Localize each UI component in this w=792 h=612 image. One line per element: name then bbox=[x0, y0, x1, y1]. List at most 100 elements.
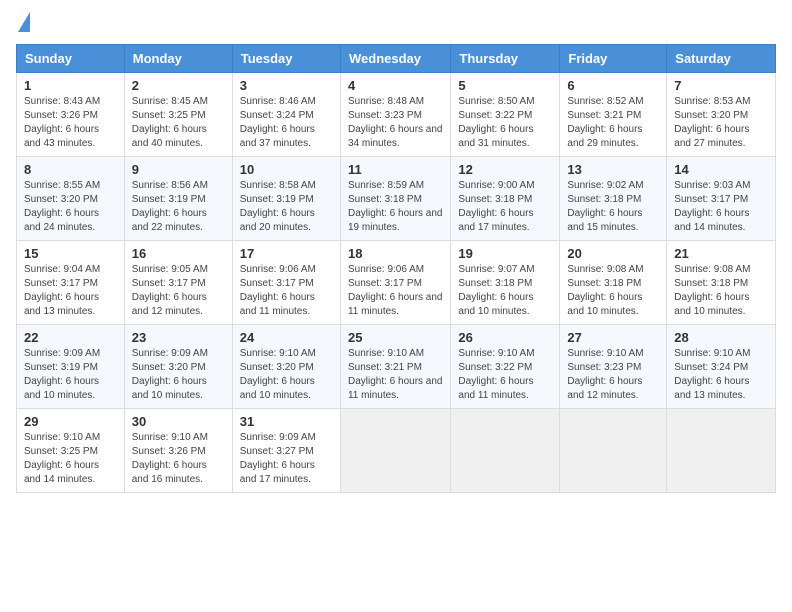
day-number: 25 bbox=[348, 330, 443, 345]
page-header bbox=[16, 16, 776, 32]
calendar-cell: 2 Sunrise: 8:45 AM Sunset: 3:25 PM Dayli… bbox=[124, 73, 232, 157]
calendar-cell: 12 Sunrise: 9:00 AM Sunset: 3:18 PM Dayl… bbox=[451, 157, 560, 241]
calendar-cell: 20 Sunrise: 9:08 AM Sunset: 3:18 PM Dayl… bbox=[560, 241, 667, 325]
day-info: Sunrise: 9:07 AM Sunset: 3:18 PM Dayligh… bbox=[458, 263, 552, 319]
day-info: Sunrise: 8:55 AM Sunset: 3:20 PM Dayligh… bbox=[24, 179, 117, 235]
week-row-3: 15 Sunrise: 9:04 AM Sunset: 3:17 PM Dayl… bbox=[17, 241, 776, 325]
week-row-4: 22 Sunrise: 9:09 AM Sunset: 3:19 PM Dayl… bbox=[17, 325, 776, 409]
calendar-cell bbox=[451, 409, 560, 493]
day-info: Sunrise: 9:06 AM Sunset: 3:17 PM Dayligh… bbox=[240, 263, 333, 319]
calendar-cell: 14 Sunrise: 9:03 AM Sunset: 3:17 PM Dayl… bbox=[667, 157, 776, 241]
week-row-1: 1 Sunrise: 8:43 AM Sunset: 3:26 PM Dayli… bbox=[17, 73, 776, 157]
day-number: 18 bbox=[348, 246, 443, 261]
day-number: 26 bbox=[458, 330, 552, 345]
calendar-cell: 19 Sunrise: 9:07 AM Sunset: 3:18 PM Dayl… bbox=[451, 241, 560, 325]
calendar-cell: 30 Sunrise: 9:10 AM Sunset: 3:26 PM Dayl… bbox=[124, 409, 232, 493]
calendar-cell: 31 Sunrise: 9:09 AM Sunset: 3:27 PM Dayl… bbox=[232, 409, 340, 493]
calendar-cell: 29 Sunrise: 9:10 AM Sunset: 3:25 PM Dayl… bbox=[17, 409, 125, 493]
calendar-cell: 5 Sunrise: 8:50 AM Sunset: 3:22 PM Dayli… bbox=[451, 73, 560, 157]
day-info: Sunrise: 9:00 AM Sunset: 3:18 PM Dayligh… bbox=[458, 179, 552, 235]
day-info: Sunrise: 9:10 AM Sunset: 3:20 PM Dayligh… bbox=[240, 347, 333, 403]
day-info: Sunrise: 9:09 AM Sunset: 3:20 PM Dayligh… bbox=[132, 347, 225, 403]
day-info: Sunrise: 8:46 AM Sunset: 3:24 PM Dayligh… bbox=[240, 95, 333, 151]
day-number: 15 bbox=[24, 246, 117, 261]
day-number: 1 bbox=[24, 78, 117, 93]
day-info: Sunrise: 9:05 AM Sunset: 3:17 PM Dayligh… bbox=[132, 263, 225, 319]
day-number: 22 bbox=[24, 330, 117, 345]
day-info: Sunrise: 9:06 AM Sunset: 3:17 PM Dayligh… bbox=[348, 263, 443, 319]
day-info: Sunrise: 8:59 AM Sunset: 3:18 PM Dayligh… bbox=[348, 179, 443, 235]
calendar-cell: 3 Sunrise: 8:46 AM Sunset: 3:24 PM Dayli… bbox=[232, 73, 340, 157]
day-number: 5 bbox=[458, 78, 552, 93]
day-info: Sunrise: 9:10 AM Sunset: 3:21 PM Dayligh… bbox=[348, 347, 443, 403]
day-header-tuesday: Tuesday bbox=[232, 45, 340, 73]
day-number: 10 bbox=[240, 162, 333, 177]
calendar-cell: 13 Sunrise: 9:02 AM Sunset: 3:18 PM Dayl… bbox=[560, 157, 667, 241]
calendar-cell: 28 Sunrise: 9:10 AM Sunset: 3:24 PM Dayl… bbox=[667, 325, 776, 409]
day-number: 14 bbox=[674, 162, 768, 177]
day-number: 29 bbox=[24, 414, 117, 429]
calendar-cell: 15 Sunrise: 9:04 AM Sunset: 3:17 PM Dayl… bbox=[17, 241, 125, 325]
day-info: Sunrise: 8:45 AM Sunset: 3:25 PM Dayligh… bbox=[132, 95, 225, 151]
day-number: 16 bbox=[132, 246, 225, 261]
logo-triangle-icon bbox=[18, 12, 30, 32]
day-number: 24 bbox=[240, 330, 333, 345]
day-number: 27 bbox=[567, 330, 659, 345]
day-header-sunday: Sunday bbox=[17, 45, 125, 73]
calendar-cell: 7 Sunrise: 8:53 AM Sunset: 3:20 PM Dayli… bbox=[667, 73, 776, 157]
day-info: Sunrise: 9:10 AM Sunset: 3:24 PM Dayligh… bbox=[674, 347, 768, 403]
day-header-monday: Monday bbox=[124, 45, 232, 73]
day-number: 8 bbox=[24, 162, 117, 177]
day-info: Sunrise: 8:58 AM Sunset: 3:19 PM Dayligh… bbox=[240, 179, 333, 235]
day-info: Sunrise: 9:08 AM Sunset: 3:18 PM Dayligh… bbox=[567, 263, 659, 319]
day-info: Sunrise: 8:43 AM Sunset: 3:26 PM Dayligh… bbox=[24, 95, 117, 151]
day-number: 4 bbox=[348, 78, 443, 93]
day-number: 21 bbox=[674, 246, 768, 261]
calendar-cell: 21 Sunrise: 9:08 AM Sunset: 3:18 PM Dayl… bbox=[667, 241, 776, 325]
calendar-table: SundayMondayTuesdayWednesdayThursdayFrid… bbox=[16, 44, 776, 493]
day-header-thursday: Thursday bbox=[451, 45, 560, 73]
day-header-saturday: Saturday bbox=[667, 45, 776, 73]
day-number: 2 bbox=[132, 78, 225, 93]
calendar-cell bbox=[340, 409, 450, 493]
day-info: Sunrise: 9:10 AM Sunset: 3:25 PM Dayligh… bbox=[24, 431, 117, 487]
day-info: Sunrise: 9:08 AM Sunset: 3:18 PM Dayligh… bbox=[674, 263, 768, 319]
day-info: Sunrise: 9:09 AM Sunset: 3:19 PM Dayligh… bbox=[24, 347, 117, 403]
day-info: Sunrise: 8:50 AM Sunset: 3:22 PM Dayligh… bbox=[458, 95, 552, 151]
day-number: 17 bbox=[240, 246, 333, 261]
calendar-header-row: SundayMondayTuesdayWednesdayThursdayFrid… bbox=[17, 45, 776, 73]
day-info: Sunrise: 8:52 AM Sunset: 3:21 PM Dayligh… bbox=[567, 95, 659, 151]
day-info: Sunrise: 9:10 AM Sunset: 3:23 PM Dayligh… bbox=[567, 347, 659, 403]
day-number: 7 bbox=[674, 78, 768, 93]
day-number: 31 bbox=[240, 414, 333, 429]
logo bbox=[16, 16, 30, 32]
day-info: Sunrise: 9:04 AM Sunset: 3:17 PM Dayligh… bbox=[24, 263, 117, 319]
calendar-cell: 8 Sunrise: 8:55 AM Sunset: 3:20 PM Dayli… bbox=[17, 157, 125, 241]
calendar-cell: 1 Sunrise: 8:43 AM Sunset: 3:26 PM Dayli… bbox=[17, 73, 125, 157]
calendar-cell: 27 Sunrise: 9:10 AM Sunset: 3:23 PM Dayl… bbox=[560, 325, 667, 409]
day-number: 20 bbox=[567, 246, 659, 261]
day-info: Sunrise: 9:03 AM Sunset: 3:17 PM Dayligh… bbox=[674, 179, 768, 235]
calendar-cell: 16 Sunrise: 9:05 AM Sunset: 3:17 PM Dayl… bbox=[124, 241, 232, 325]
calendar-cell: 6 Sunrise: 8:52 AM Sunset: 3:21 PM Dayli… bbox=[560, 73, 667, 157]
day-info: Sunrise: 9:10 AM Sunset: 3:26 PM Dayligh… bbox=[132, 431, 225, 487]
day-info: Sunrise: 9:09 AM Sunset: 3:27 PM Dayligh… bbox=[240, 431, 333, 487]
calendar-cell: 22 Sunrise: 9:09 AM Sunset: 3:19 PM Dayl… bbox=[17, 325, 125, 409]
day-header-friday: Friday bbox=[560, 45, 667, 73]
day-number: 12 bbox=[458, 162, 552, 177]
day-header-wednesday: Wednesday bbox=[340, 45, 450, 73]
calendar-cell: 18 Sunrise: 9:06 AM Sunset: 3:17 PM Dayl… bbox=[340, 241, 450, 325]
week-row-2: 8 Sunrise: 8:55 AM Sunset: 3:20 PM Dayli… bbox=[17, 157, 776, 241]
day-number: 13 bbox=[567, 162, 659, 177]
calendar-cell: 25 Sunrise: 9:10 AM Sunset: 3:21 PM Dayl… bbox=[340, 325, 450, 409]
day-number: 9 bbox=[132, 162, 225, 177]
calendar-cell: 4 Sunrise: 8:48 AM Sunset: 3:23 PM Dayli… bbox=[340, 73, 450, 157]
day-number: 30 bbox=[132, 414, 225, 429]
calendar-cell: 26 Sunrise: 9:10 AM Sunset: 3:22 PM Dayl… bbox=[451, 325, 560, 409]
day-info: Sunrise: 8:56 AM Sunset: 3:19 PM Dayligh… bbox=[132, 179, 225, 235]
day-number: 11 bbox=[348, 162, 443, 177]
calendar-cell: 17 Sunrise: 9:06 AM Sunset: 3:17 PM Dayl… bbox=[232, 241, 340, 325]
calendar-cell bbox=[667, 409, 776, 493]
week-row-5: 29 Sunrise: 9:10 AM Sunset: 3:25 PM Dayl… bbox=[17, 409, 776, 493]
day-number: 28 bbox=[674, 330, 768, 345]
